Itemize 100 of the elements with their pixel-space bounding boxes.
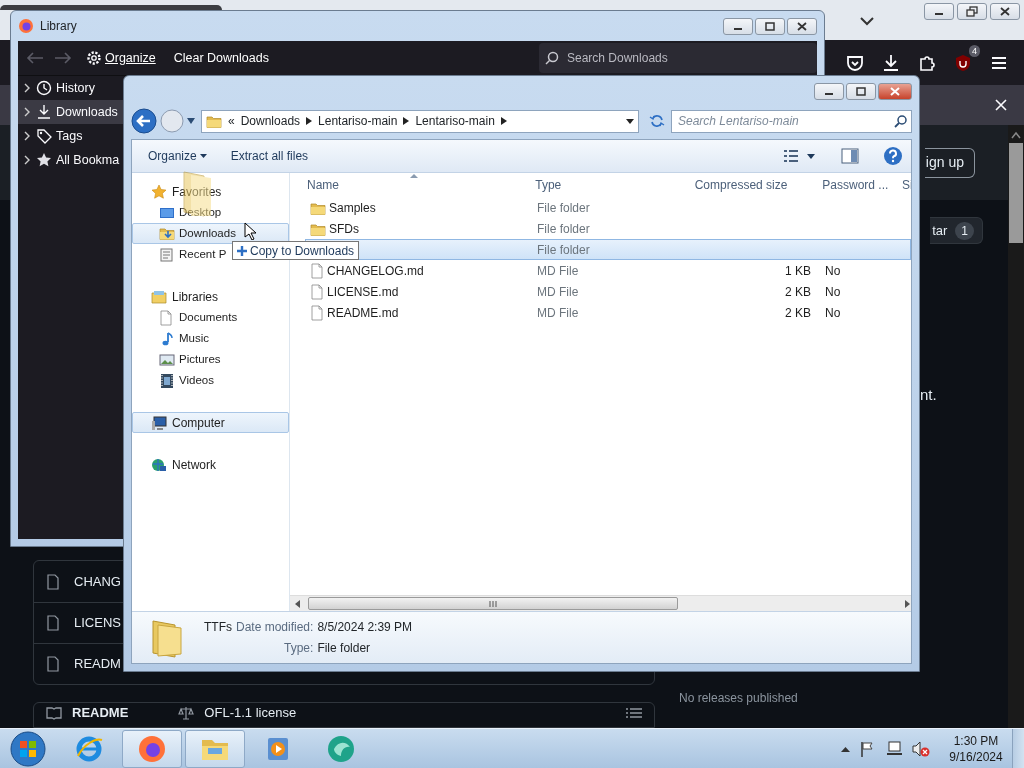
file-link[interactable]: READM bbox=[74, 654, 121, 674]
scroll-right-icon[interactable] bbox=[903, 599, 911, 608]
column-header[interactable]: Si bbox=[896, 176, 911, 194]
maximize-button[interactable] bbox=[846, 82, 876, 100]
file-row[interactable]: SFDs File folder bbox=[305, 218, 911, 239]
horizontal-scrollbar[interactable] bbox=[290, 595, 911, 611]
star-icon bbox=[151, 183, 167, 200]
breadcrumb-item[interactable]: Lentariso-main bbox=[318, 112, 398, 130]
close-icon[interactable] bbox=[795, 20, 809, 32]
nav-item[interactable]: Videos bbox=[132, 370, 289, 391]
taskbar-button[interactable] bbox=[122, 729, 182, 768]
address-chevron[interactable]: « bbox=[228, 112, 235, 130]
file-link[interactable]: CHANG bbox=[74, 571, 121, 592]
tree-item[interactable]: All Bookma bbox=[18, 148, 123, 172]
preview-pane-icon[interactable] bbox=[841, 148, 859, 164]
shield-icon[interactable] bbox=[953, 52, 973, 73]
nav-item[interactable]: Documents bbox=[132, 307, 289, 328]
scroll-thumb[interactable] bbox=[1009, 143, 1023, 243]
nav-item[interactable]: Favorites bbox=[132, 181, 289, 202]
detail-value: File folder bbox=[317, 640, 372, 657]
minimize-button[interactable] bbox=[924, 3, 954, 20]
breadcrumb-item[interactable]: Downloads bbox=[240, 112, 301, 130]
star-button[interactable]: tar 1 bbox=[930, 217, 983, 244]
organize-menu[interactable]: Organize bbox=[140, 144, 215, 168]
dropdown-arrow-icon bbox=[199, 154, 207, 158]
close-icon[interactable] bbox=[995, 99, 1007, 111]
refresh-icon[interactable] bbox=[649, 113, 665, 129]
tree-item[interactable]: History bbox=[18, 76, 123, 100]
tag-icon bbox=[36, 128, 52, 144]
nav-item[interactable]: Computer bbox=[132, 412, 289, 433]
file-row[interactable]: LICENSE.md MD File 2 KB No bbox=[305, 281, 911, 302]
chevron-icon[interactable] bbox=[500, 117, 507, 125]
help-icon[interactable] bbox=[883, 146, 903, 166]
flag-icon[interactable] bbox=[860, 740, 876, 757]
column-header[interactable]: Compressed size bbox=[688, 176, 817, 194]
nav-item[interactable]: Pictures bbox=[132, 349, 289, 370]
breadcrumb-item[interactable]: Lentariso-main bbox=[415, 112, 495, 130]
sort-arrow-icon[interactable] bbox=[410, 174, 418, 178]
organize-menu[interactable]: Organize bbox=[82, 44, 160, 72]
scroll-thumb[interactable] bbox=[308, 597, 678, 610]
dropdown-arrow-icon[interactable] bbox=[187, 118, 195, 124]
minimize-button[interactable] bbox=[723, 17, 753, 35]
clear-downloads-button[interactable]: Clear Downloads bbox=[169, 44, 273, 72]
detail-label: Type: bbox=[283, 640, 314, 657]
file-row[interactable]: Samples File folder bbox=[305, 197, 911, 218]
maximize-icon[interactable] bbox=[763, 20, 777, 32]
firefox-logo-icon bbox=[137, 733, 167, 764]
search-box[interactable]: Search Downloads bbox=[539, 43, 817, 73]
nav-item[interactable]: Network bbox=[132, 454, 289, 475]
tab-list-caret-icon[interactable] bbox=[860, 16, 874, 26]
column-header[interactable]: Type bbox=[529, 176, 689, 194]
file-row[interactable]: README.md MD File 2 KB No bbox=[305, 302, 911, 323]
restore-icon[interactable] bbox=[965, 6, 979, 17]
file-type: File folder bbox=[537, 242, 590, 257]
file-type: MD File bbox=[537, 263, 579, 278]
nav-item[interactable]: Desktop bbox=[132, 202, 289, 223]
scroll-up-icon[interactable] bbox=[1011, 131, 1021, 139]
column-header[interactable]: Name bbox=[290, 176, 530, 194]
file-type: File folder bbox=[537, 221, 590, 236]
nav-item[interactable]: Libraries bbox=[132, 286, 289, 307]
dropdown-arrow-icon[interactable] bbox=[807, 153, 815, 159]
search-field[interactable]: Search Downloads bbox=[565, 48, 805, 68]
clock-date: 9/16/2024 bbox=[948, 748, 1004, 765]
chevron-icon[interactable] bbox=[306, 117, 313, 125]
readme-tab[interactable]: README bbox=[72, 703, 129, 723]
extract-all-files-button[interactable]: Extract all files bbox=[222, 144, 317, 168]
nav-item[interactable]: Music bbox=[132, 328, 289, 349]
file-link[interactable]: LICENS bbox=[74, 613, 121, 633]
close-button[interactable] bbox=[787, 17, 817, 35]
outline-list-icon[interactable] bbox=[626, 707, 642, 719]
maximize-icon[interactable] bbox=[854, 85, 868, 97]
address-bar[interactable]: « Downloads Lentariso-main Lentariso-main bbox=[201, 109, 639, 133]
muted-speaker-icon[interactable] bbox=[912, 740, 930, 757]
libraries-icon bbox=[151, 288, 167, 305]
download-icon[interactable] bbox=[881, 52, 901, 73]
license-tab[interactable]: OFL-1.1 license bbox=[204, 703, 297, 723]
tree-item[interactable]: Tags bbox=[18, 124, 123, 148]
network-icon[interactable] bbox=[886, 740, 902, 757]
close-button[interactable] bbox=[990, 3, 1020, 20]
back-icon[interactable] bbox=[131, 108, 157, 134]
dropdown-arrow-icon[interactable] bbox=[626, 118, 634, 124]
close-icon[interactable] bbox=[998, 6, 1012, 17]
sign-up-button[interactable]: ign up bbox=[924, 147, 975, 178]
chevron-icon[interactable] bbox=[403, 117, 410, 125]
forward-arrow-icon[interactable] bbox=[54, 51, 72, 65]
column-header[interactable]: Password ... bbox=[816, 176, 897, 194]
restore-button[interactable] bbox=[957, 3, 987, 20]
file-row[interactable]: CHANGELOG.md MD File 1 KB No bbox=[305, 260, 911, 281]
file-icon bbox=[310, 304, 324, 321]
scrollbar[interactable] bbox=[1008, 125, 1024, 728]
tree-item[interactable]: Downloads bbox=[18, 100, 123, 124]
start-button-icon[interactable] bbox=[8, 728, 48, 768]
minimize-button[interactable] bbox=[814, 82, 844, 100]
scroll-left-icon[interactable] bbox=[294, 599, 302, 608]
search-box[interactable]: Search Lentariso-main bbox=[671, 109, 912, 133]
show-hidden-icons-icon[interactable] bbox=[841, 745, 850, 752]
scale-icon bbox=[178, 706, 195, 720]
back-arrow-icon[interactable] bbox=[26, 51, 44, 65]
view-options-icon[interactable] bbox=[783, 149, 799, 163]
maximize-button[interactable] bbox=[755, 17, 785, 35]
